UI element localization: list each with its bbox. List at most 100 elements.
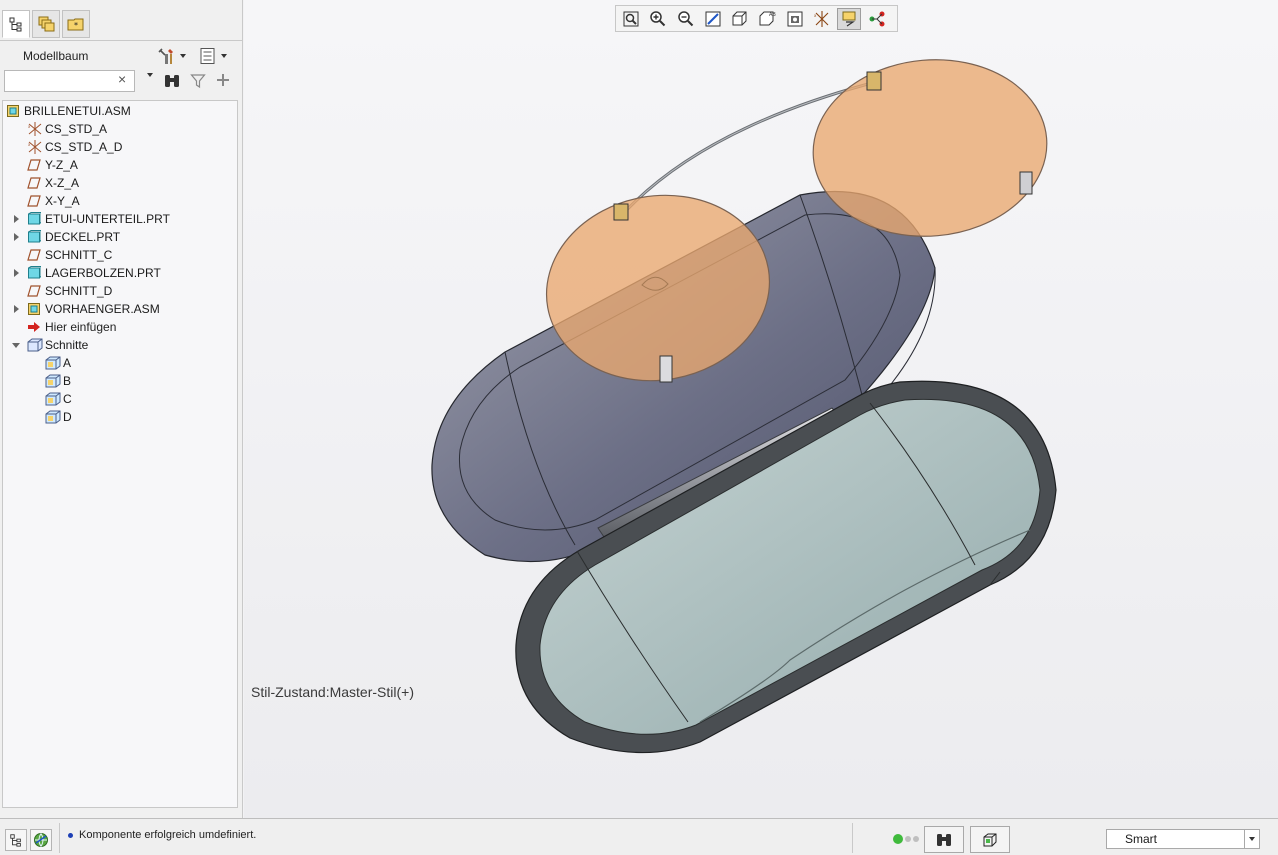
binoculars-icon [165, 75, 179, 87]
repaint-button[interactable] [701, 8, 725, 30]
view-toolbar: AB x [615, 5, 898, 32]
expand-arrow-icon[interactable] [11, 304, 21, 314]
search-options-dropdown[interactable] [145, 73, 153, 77]
tree-item[interactable]: VORHAENGER.ASM [11, 300, 160, 318]
tree-item-label: SCHNITT_D [45, 284, 113, 298]
tree-item[interactable]: Y-Z_A [11, 156, 78, 174]
datum-plane-icon [27, 158, 41, 172]
datum-display-filters-icon: x [814, 10, 829, 27]
refit-icon [623, 11, 639, 26]
selection-mode-button[interactable] [970, 826, 1010, 853]
tree-item[interactable]: x CS_STD_A_D [11, 138, 122, 156]
toggle-browser-button[interactable] [30, 829, 52, 851]
tree-item[interactable]: B [29, 372, 71, 390]
collapse-arrow-icon[interactable] [11, 340, 21, 350]
chevron-down-icon [221, 54, 227, 58]
saved-orientations-button[interactable]: AB [755, 8, 779, 30]
section-icon [45, 410, 61, 424]
regeneration-status[interactable] [893, 834, 919, 844]
tree-item[interactable]: DECKEL.PRT [11, 228, 120, 246]
section-icon [45, 356, 61, 370]
expand-arrow-icon[interactable] [11, 268, 21, 278]
tree-item-label: A [63, 356, 72, 370]
spin-center-button[interactable] [865, 8, 889, 30]
regen-status-green-icon [893, 834, 903, 844]
chevron-down-icon [147, 73, 153, 77]
tree-item[interactable]: X-Z_A [11, 174, 79, 192]
tree-item-label: LAGERBOLZEN.PRT [45, 266, 161, 280]
tree-item[interactable]: A [29, 354, 71, 372]
tree-item-label: Schnitte [45, 338, 89, 352]
tree-item[interactable]: Schnitte [11, 336, 88, 354]
expand-arrow-icon[interactable] [11, 214, 21, 224]
zoom-in-icon [650, 10, 666, 26]
tab-favorites[interactable]: * [62, 10, 90, 38]
spin-center-icon [869, 11, 885, 26]
datum-display-filters-button[interactable]: x [810, 8, 834, 30]
zoom-in-button[interactable] [646, 8, 670, 30]
list-columns-icon [200, 48, 215, 64]
tree-item[interactable]: C [29, 390, 72, 408]
navigator-panel: * Modellbaum × BRILLENETUI.ASM x CS_STD_… [0, 0, 243, 818]
tree-item-label: BRILLENETUI.ASM [24, 104, 131, 118]
model-tree-title: Modellbaum [23, 49, 89, 63]
zoom-out-button[interactable] [674, 8, 698, 30]
filter-funnel-icon [190, 74, 206, 89]
section-icon [45, 374, 61, 388]
tree-item-label: B [63, 374, 72, 388]
datum-plane-icon [27, 194, 41, 208]
svg-text:*: * [74, 21, 78, 30]
toggle-navigator-button[interactable] [5, 829, 27, 851]
coordinate-system-icon: x [27, 122, 42, 136]
divider [852, 823, 853, 853]
close-icon[interactable]: × [118, 71, 126, 87]
expand-arrow-icon[interactable] [11, 232, 21, 242]
regen-status-dot-icon [905, 836, 911, 842]
tree-filter-button[interactable] [190, 73, 206, 89]
tree-item[interactable]: x CS_STD_A [11, 120, 107, 138]
divider [59, 823, 60, 853]
model-tree: BRILLENETUI.ASM x CS_STD_A x CS_STD_A_D Y-Z_A… [2, 100, 238, 808]
navigator-tabs: * [2, 10, 92, 40]
find-button[interactable] [163, 73, 181, 89]
display-style-button[interactable] [728, 8, 752, 30]
layers-icon [38, 16, 55, 32]
view-manager-icon [787, 11, 803, 26]
tree-item-label: C [63, 392, 72, 406]
status-message: Komponente erfolgreich umdefiniert. [68, 829, 256, 841]
tree-item-label: Y-Z_A [45, 158, 78, 172]
tab-layers[interactable] [32, 10, 60, 38]
part-icon [27, 230, 42, 244]
graphics-window[interactable]: AB x Stil-Zustand:Master-Stil(+) [244, 0, 1278, 818]
tree-item[interactable]: ETUI-UNTERTEIL.PRT [11, 210, 170, 228]
selection-filter-value: Smart [1125, 832, 1158, 846]
tree-search-input[interactable] [4, 70, 135, 92]
svg-text:AB: AB [769, 12, 776, 18]
tree-item[interactable]: SCHNITT_D [11, 282, 112, 300]
tree-item-label: D [63, 410, 72, 424]
tree-item[interactable]: Hier einfügen [11, 318, 116, 336]
tree-item[interactable]: BRILLENETUI.ASM [6, 102, 131, 120]
tree-settings-button[interactable] [156, 45, 186, 67]
tab-model-tree[interactable] [2, 10, 30, 38]
binoculars-icon [937, 833, 951, 846]
annotation-display-button[interactable] [837, 7, 862, 30]
tree-item[interactable]: SCHNITT_C [11, 246, 112, 264]
view-manager-button[interactable] [783, 8, 807, 30]
refit-button[interactable] [619, 8, 643, 30]
tree-item[interactable]: D [29, 408, 72, 426]
model-tree-icon [9, 17, 22, 32]
message-bullet-icon [68, 832, 73, 838]
add-column-button[interactable] [216, 73, 230, 87]
find-button[interactable] [924, 826, 964, 853]
tree-item[interactable]: LAGERBOLZEN.PRT [11, 264, 161, 282]
tree-item[interactable]: X-Y_A [11, 192, 80, 210]
model-tree-icon [10, 834, 21, 847]
favorites-folder-icon: * [67, 18, 84, 31]
selection-filter-dropdown[interactable]: Smart [1106, 829, 1260, 849]
show-menu-button[interactable] [199, 45, 227, 67]
